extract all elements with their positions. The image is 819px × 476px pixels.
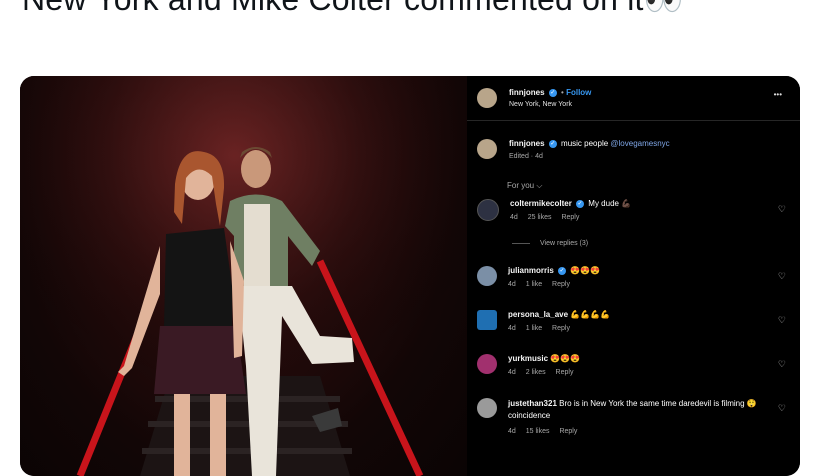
tweet-text: New York and Mike Colter commented on it… [22, 0, 684, 18]
avatar[interactable] [477, 266, 497, 286]
header-username[interactable]: finnjones [509, 88, 545, 97]
view-replies-label[interactable]: View replies (3) [540, 240, 588, 247]
comment: yurkmusic 😍😍😍 4d 2 likes Reply [477, 354, 581, 376]
avatar[interactable] [477, 139, 497, 159]
reply-button[interactable]: Reply [561, 214, 579, 221]
instagram-post-card: finnjones ✓ • Follow New York, New York … [20, 76, 800, 476]
comment-username[interactable]: coltermikecolter [510, 199, 572, 208]
post-photo[interactable] [20, 76, 467, 476]
more-options-icon[interactable]: ••• [774, 90, 782, 99]
caption-text: music people [561, 139, 609, 148]
verified-badge-icon: ✓ [548, 139, 557, 148]
comment-text: 😍😍😍 [570, 266, 601, 275]
like-heart-icon[interactable]: ♡ [778, 271, 786, 282]
comment-username[interactable]: julianmorris [508, 266, 554, 275]
avatar[interactable] [477, 310, 497, 330]
like-heart-icon[interactable]: ♡ [778, 315, 786, 326]
location-label[interactable]: New York, New York [509, 101, 591, 108]
like-heart-icon[interactable]: ♡ [778, 403, 786, 414]
comment-text: 💪💪💪💪 [570, 310, 611, 319]
comment: justethan321 Bro is in New York the same… [477, 398, 762, 438]
verified-badge-icon: ✓ [548, 88, 557, 97]
view-replies-button[interactable]: View replies (3) [512, 240, 588, 247]
comment-likes[interactable]: 1 like [526, 325, 542, 332]
comment-likes[interactable]: 15 likes [526, 428, 550, 435]
comment-username[interactable]: yurkmusic [508, 354, 548, 363]
comment-likes[interactable]: 25 likes [528, 214, 552, 221]
comment: coltermikecolter ✓ My dude 💪🏿 4d 25 like… [477, 199, 787, 221]
caption-username[interactable]: finnjones [509, 139, 545, 148]
comment-username[interactable]: persona_la_ave [508, 310, 568, 319]
comments-panel: finnjones ✓ • Follow New York, New York … [467, 76, 800, 476]
verified-badge-icon: ✓ [576, 199, 585, 208]
avatar[interactable] [477, 88, 497, 108]
reply-button[interactable]: Reply [559, 428, 577, 435]
verified-badge-icon: ✓ [558, 266, 567, 275]
comment-likes[interactable]: 2 likes [526, 369, 546, 376]
comment: julianmorris ✓ 😍😍😍 4d 1 like Reply [477, 266, 600, 288]
comment: persona_la_ave 💪💪💪💪 4d 1 like Reply [477, 310, 610, 332]
photo-illustration [20, 76, 467, 476]
avatar[interactable] [477, 398, 497, 418]
header-divider [467, 120, 800, 121]
reply-button[interactable]: Reply [552, 281, 570, 288]
reply-button[interactable]: Reply [556, 369, 574, 376]
for-you-filter[interactable]: For you ⌵ [507, 181, 542, 191]
mention-link[interactable]: @lovegamesnyc [610, 139, 669, 148]
avatar[interactable] [477, 199, 499, 221]
comment-likes[interactable]: 1 like [526, 281, 542, 288]
comment-username[interactable]: justethan321 [508, 399, 557, 408]
caption: finnjones ✓ music people @lovegamesnyc E… [477, 139, 670, 160]
reply-button[interactable]: Reply [552, 325, 570, 332]
comment-text: My dude 💪🏿 [588, 199, 632, 208]
avatar[interactable] [477, 354, 497, 374]
comment-time: 4d [508, 369, 516, 376]
comment-text: 😍😍😍 [550, 354, 581, 363]
like-heart-icon[interactable]: ♡ [778, 359, 786, 370]
comment-time: 4d [508, 325, 516, 332]
comment-time: 4d [510, 214, 518, 221]
comment-time: 4d [508, 428, 516, 435]
dot-separator: • [561, 88, 564, 97]
follow-button[interactable]: Follow [566, 88, 591, 97]
post-header: finnjones ✓ • Follow New York, New York [477, 88, 591, 108]
comment-time: 4d [508, 281, 516, 288]
like-heart-icon[interactable]: ♡ [778, 204, 786, 215]
edited-label: Edited · 4d [509, 153, 543, 160]
